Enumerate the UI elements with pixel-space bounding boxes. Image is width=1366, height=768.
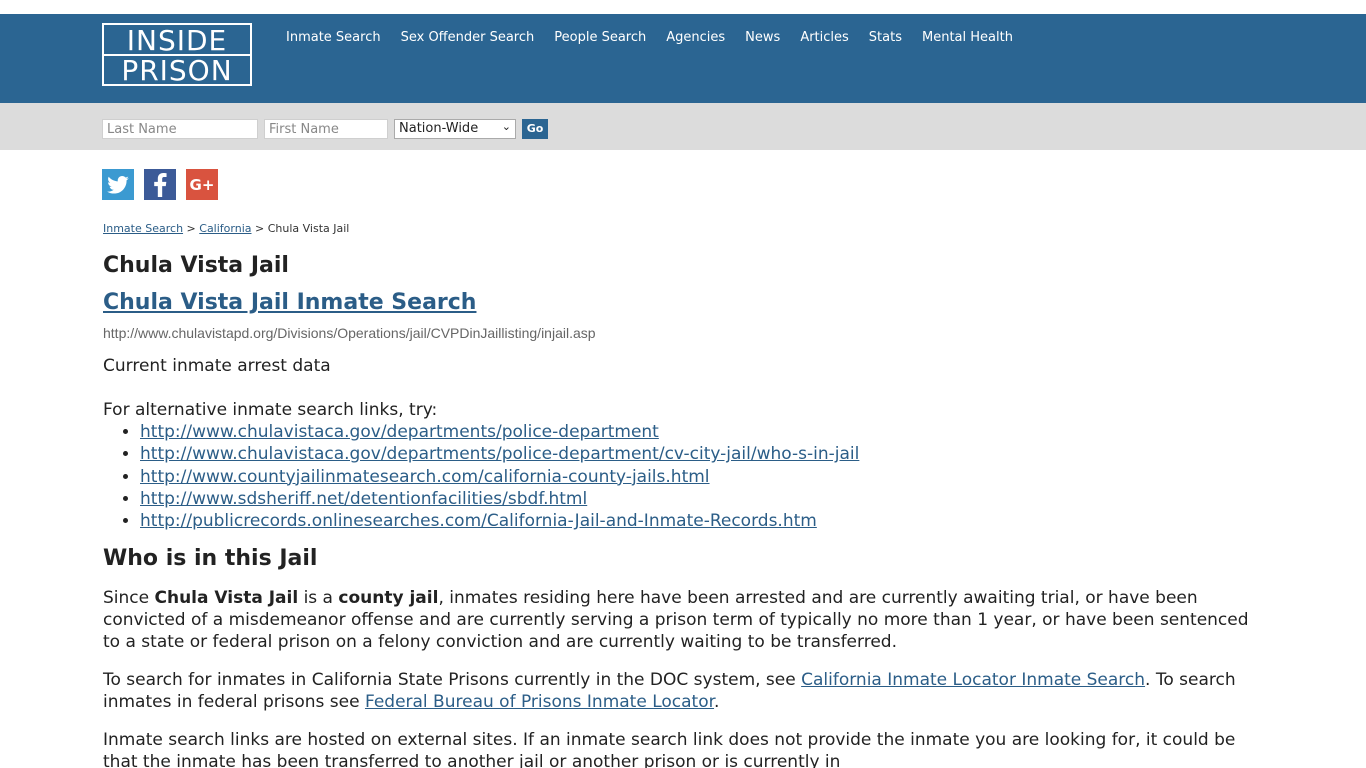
nav-people-search[interactable]: People Search [554,30,646,45]
go-button[interactable]: Go [522,119,548,139]
nav-news[interactable]: News [745,30,780,45]
page-title: Chula Vista Jail [103,253,289,278]
federal-locator-link[interactable]: Federal Bureau of Prisons Inmate Locator [365,692,714,712]
nav-mental-health[interactable]: Mental Health [922,30,1013,45]
twitter-icon[interactable] [102,169,134,200]
alt-link[interactable]: http://publicrecords.onlinesearches.com/… [140,511,817,531]
description: Current inmate arrest data [103,356,331,376]
social-share: G+ [102,169,218,200]
alt-link[interactable]: http://www.countyjailinmatesearch.com/ca… [140,467,710,487]
inmate-search-link[interactable]: Chula Vista Jail Inmate Search [103,290,1263,315]
nav-agencies[interactable]: Agencies [666,30,725,45]
list-item: http://www.sdsheriff.net/detentionfacili… [140,488,1263,510]
alt-link[interactable]: http://www.chulavistaca.gov/departments/… [140,422,659,442]
who-paragraph-2: To search for inmates in California Stat… [103,669,1263,713]
last-name-input[interactable] [102,119,258,139]
who-heading: Who is in this Jail [103,546,318,572]
list-item: http://publicrecords.onlinesearches.com/… [140,510,1263,532]
google-plus-icon[interactable]: G+ [186,169,218,200]
breadcrumb-separator: > [251,222,268,235]
alt-link[interactable]: http://www.sdsheriff.net/detentionfacili… [140,489,587,509]
list-item: http://www.chulavistaca.gov/departments/… [140,421,1263,443]
facebook-icon[interactable] [144,169,176,200]
text-span: Since [103,588,155,609]
breadcrumb-inmate-search[interactable]: Inmate Search [103,222,183,235]
breadcrumb-separator: > [183,222,200,235]
source-url: http://www.chulavistapd.org/Divisions/Op… [103,325,596,341]
nav-inmate-search[interactable]: Inmate Search [286,30,381,45]
jail-type: county jail [338,588,439,609]
alt-links-intro: For alternative inmate search links, try… [103,400,438,420]
scope-select-value: Nation-Wide [399,121,479,136]
breadcrumb-current: Chula Vista Jail [267,222,350,235]
text-span: . [714,692,720,713]
site-header: INSIDE PRISON Inmate Search Sex Offender… [0,14,1366,103]
site-logo[interactable]: INSIDE PRISON [102,23,252,86]
search-bar: Nation-Wide ⌄ [0,103,1366,150]
main-nav: Inmate Search Sex Offender Search People… [286,30,1013,45]
list-item: http://www.chulavistaca.gov/departments/… [140,443,1263,465]
main-content: Inmate Search > California > Chula Vista… [103,222,1263,768]
jail-name: Chula Vista Jail [154,588,299,609]
logo-line2: PRISON [121,54,233,87]
nav-sex-offender-search[interactable]: Sex Offender Search [401,30,535,45]
breadcrumb-california[interactable]: California [199,222,251,235]
alt-link[interactable]: http://www.chulavistaca.gov/departments/… [140,444,859,464]
chevron-down-icon: ⌄ [501,120,511,133]
nav-articles[interactable]: Articles [800,30,848,45]
scope-select[interactable]: Nation-Wide ⌄ [394,119,516,139]
alt-links-list: http://www.chulavistaca.gov/departments/… [140,421,1263,532]
nav-stats[interactable]: Stats [869,30,902,45]
top-strip [0,0,1366,14]
logo-line1: INSIDE [104,25,250,56]
california-locator-link[interactable]: California Inmate Locator Inmate Search [801,670,1145,690]
who-paragraph-3: Inmate search links are hosted on extern… [103,730,1236,768]
who-paragraph-1: Since Chula Vista Jail is a county jail,… [103,587,1263,653]
list-item: http://www.countyjailinmatesearch.com/ca… [140,466,1263,488]
first-name-input[interactable] [264,119,388,139]
text-span: To search for inmates in California Stat… [103,670,802,691]
breadcrumb: Inmate Search > California > Chula Vista… [103,222,1263,235]
text-span: is a [298,588,339,609]
